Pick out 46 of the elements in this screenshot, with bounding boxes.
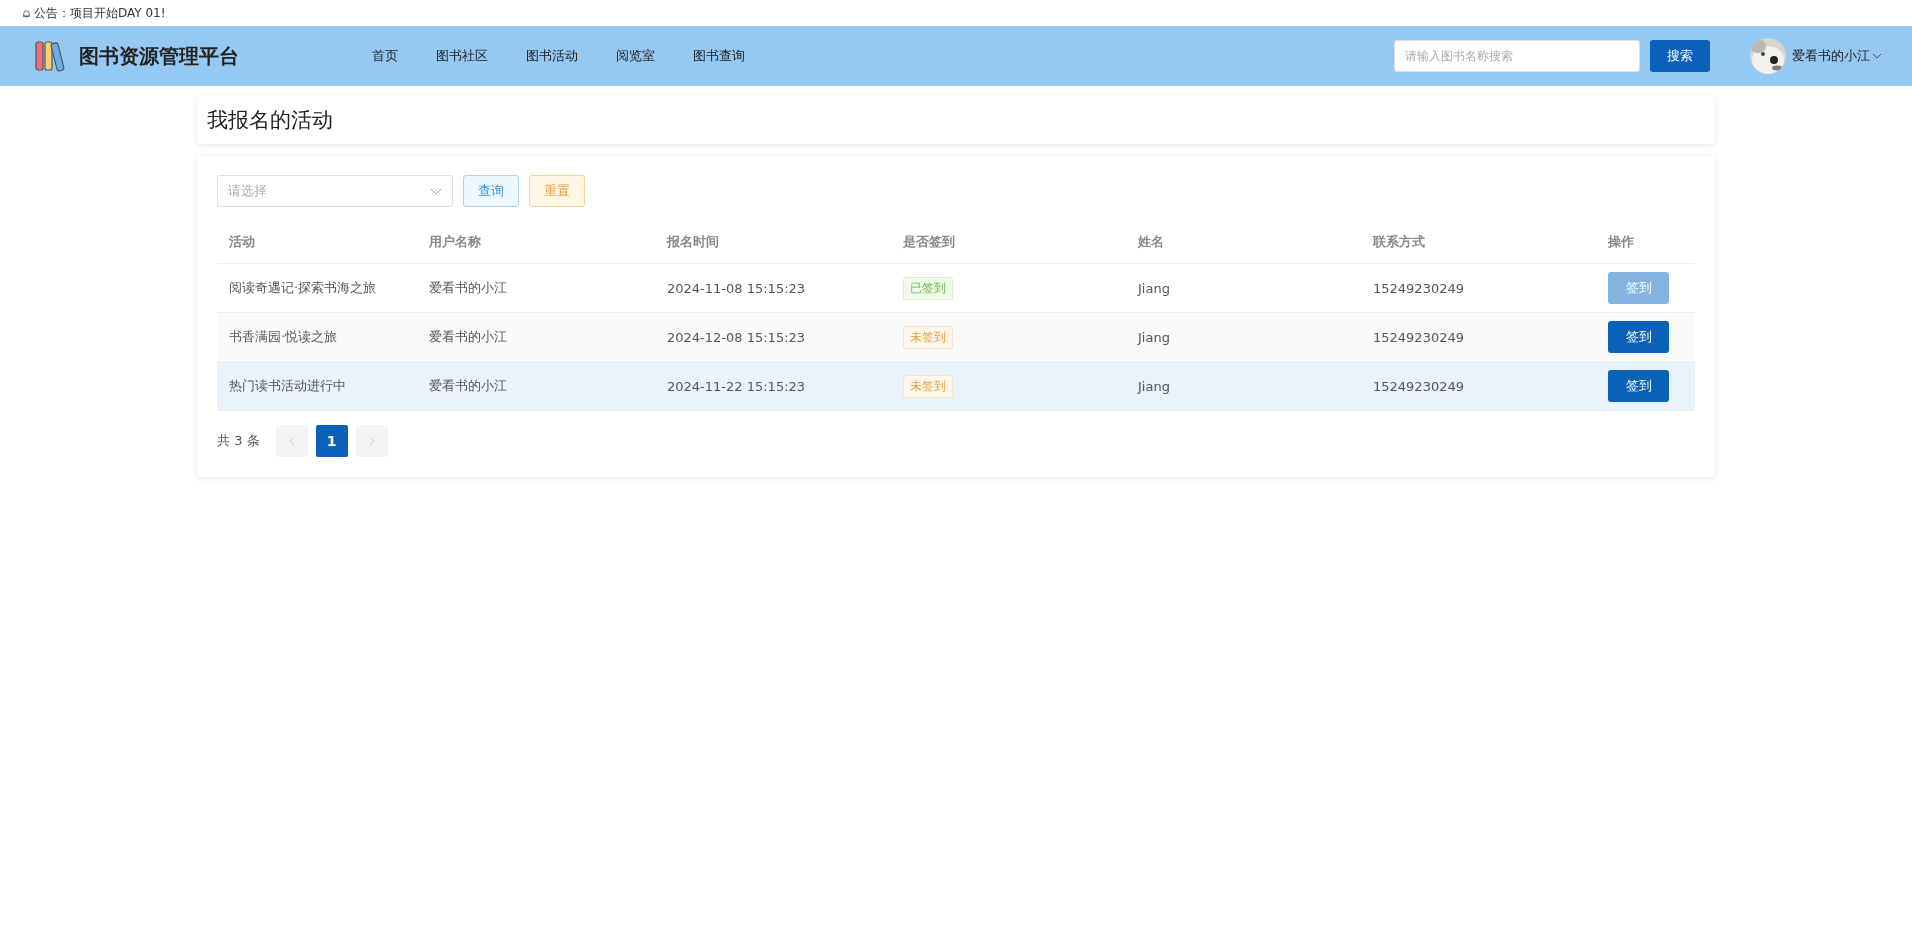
column-header: 用户名称 (417, 221, 655, 264)
table-cell: Jiang (1126, 361, 1361, 411)
page-button[interactable]: 1 (315, 425, 348, 457)
table-cell: 2024-11-22 15:15:23 (655, 361, 891, 411)
column-header: 操作 (1596, 221, 1695, 264)
status-tag: 已签到 (903, 276, 953, 300)
user-menu[interactable]: 爱看书的小江 (1792, 47, 1882, 65)
nav-link[interactable]: 阅览室 (612, 43, 659, 69)
table-cell: 爱看书的小江 (417, 361, 655, 411)
table-cell: 爱看书的小江 (417, 263, 655, 313)
chevron-down-icon (430, 187, 442, 195)
page-title: 我报名的活动 (207, 107, 334, 134)
table-cell: 阅读奇遇记·探索书海之旅 (217, 263, 417, 313)
search-button[interactable]: 搜索 (1650, 40, 1710, 72)
table-cell: 书香满园·悦读之旅 (217, 312, 417, 362)
total-count: 共 3 条 (217, 432, 260, 450)
table-cell: 15249230249 (1361, 361, 1596, 411)
status-tag: 未签到 (903, 374, 953, 398)
status-tag: 未签到 (903, 325, 953, 349)
sign-in-button[interactable]: 签到 (1608, 321, 1669, 353)
chevron-left-icon (288, 436, 295, 446)
nav-link[interactable]: 图书活动 (522, 43, 582, 69)
chevron-right-icon (368, 436, 375, 446)
announcement-text: 公告：项目开始DAY 01! (34, 4, 166, 22)
column-header: 是否签到 (891, 221, 1126, 264)
column-header: 报名时间 (655, 221, 891, 264)
table-cell: 2024-12-08 15:15:23 (655, 312, 891, 362)
table-cell: Jiang (1126, 263, 1361, 313)
sign-in-button[interactable]: 签到 (1608, 370, 1669, 402)
nav-link[interactable]: 首页 (368, 43, 402, 69)
column-header: 姓名 (1126, 221, 1361, 264)
table-cell: 热门读书活动进行中 (217, 361, 417, 411)
table-cell: 2024-11-08 15:15:23 (655, 263, 891, 313)
bell-icon (22, 8, 31, 18)
nav-link[interactable]: 图书查询 (689, 43, 749, 69)
table-cell: Jiang (1126, 312, 1361, 362)
table-cell: 爱看书的小江 (417, 312, 655, 362)
chevron-down-icon (1872, 53, 1882, 59)
search-field[interactable]: 请输入图书名称搜索 (1394, 40, 1640, 72)
site-title: 图书资源管理平台 (79, 42, 239, 70)
nav-link[interactable]: 图书社区 (432, 43, 492, 69)
table-cell: 15249230249 (1361, 263, 1596, 313)
books-icon (33, 39, 67, 73)
table-cell: 15249230249 (1361, 312, 1596, 362)
column-header: 活动 (217, 221, 417, 264)
column-header: 联系方式 (1361, 221, 1596, 264)
